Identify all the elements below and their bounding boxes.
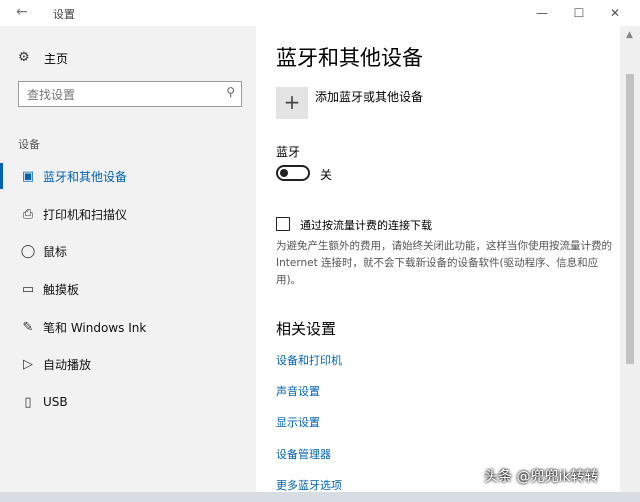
window-title: 设置: [53, 8, 75, 21]
toggle-knob: [280, 169, 288, 177]
sidebar-item-touchpad[interactable]: ▭ 触摸板: [0, 276, 256, 302]
sidebar-item-pen[interactable]: ✎ 笔和 Windows Ink: [0, 314, 256, 340]
sidebar-item-label: 打印机和扫描仪: [43, 207, 128, 222]
bluetooth-label: 蓝牙: [276, 145, 301, 159]
link-more-bluetooth-options[interactable]: 更多蓝牙选项: [276, 477, 342, 493]
title-bar: ← 设置 — ☐ ✕: [0, 0, 640, 26]
bluetooth-devices-icon: ▣: [21, 168, 35, 184]
sidebar-item-autoplay[interactable]: ▷ 自动播放: [0, 351, 256, 377]
scrollbar[interactable]: ▲: [620, 26, 640, 502]
sidebar-item-label: 鼠标: [43, 244, 68, 259]
watermark: 头条 @兜兜ik转转: [484, 469, 599, 485]
metered-description: 为避免产生额外的费用，请始终关闭此功能，这样当你使用按流量计费的 Interne…: [276, 240, 612, 286]
search-input[interactable]: [25, 83, 219, 107]
sidebar-item-usb[interactable]: ▯ USB: [0, 389, 256, 415]
metered-download-label[interactable]: 通过按流量计费的连接下载: [300, 217, 432, 233]
minimize-button[interactable]: —: [530, 4, 554, 22]
metered-download-checkbox[interactable]: [276, 217, 290, 231]
nav-home-label: 主页: [44, 51, 69, 66]
autoplay-icon: ▷: [23, 356, 33, 372]
main-content: 蓝牙和其他设备 + 添加蓝牙或其他设备 蓝牙 关 通过按流量计费的连接下载 为避…: [256, 26, 620, 502]
add-device-label[interactable]: 添加蓝牙或其他设备: [315, 88, 423, 105]
sidebar-item-printers[interactable]: ⎙ 打印机和扫描仪: [0, 201, 256, 227]
scroll-up-icon[interactable]: ▲: [626, 30, 633, 40]
gear-icon: ⚙: [18, 50, 30, 65]
link-sound-settings[interactable]: 声音设置: [276, 383, 320, 399]
usb-icon: ▯: [24, 394, 32, 410]
bluetooth-toggle[interactable]: [276, 165, 310, 181]
link-devices-printers[interactable]: 设备和打印机: [276, 352, 342, 368]
related-settings-heading: 相关设置: [276, 320, 337, 338]
search-box[interactable]: ⚲: [18, 81, 242, 107]
sidebar-item-mouse[interactable]: ◯ 鼠标: [0, 238, 256, 264]
bluetooth-state: 关: [320, 168, 333, 182]
sidebar-item-label: 蓝牙和其他设备: [43, 169, 128, 184]
nav-home[interactable]: ⚙ 主页: [18, 48, 68, 68]
plus-icon: +: [283, 90, 301, 114]
sidebar-item-label: 笔和 Windows Ink: [43, 320, 147, 335]
maximize-button[interactable]: ☐: [567, 4, 591, 22]
link-display-settings[interactable]: 显示设置: [276, 414, 320, 430]
nav-pane: ⚙ 主页 ⚲ 设备 ▣ 蓝牙和其他设备 ⎙ 打印机和扫描仪 ◯ 鼠标 ▭ 触摸板…: [0, 26, 256, 502]
sidebar-item-label: USB: [43, 395, 68, 409]
sidebar-item-label: 触摸板: [43, 282, 80, 297]
search-icon[interactable]: ⚲: [226, 85, 235, 99]
mouse-icon: ◯: [20, 243, 36, 259]
pen-icon: ✎: [22, 319, 34, 335]
close-button[interactable]: ✕: [603, 4, 627, 22]
link-device-manager[interactable]: 设备管理器: [276, 446, 331, 462]
page-title: 蓝牙和其他设备: [276, 46, 423, 70]
desktop-background: [0, 492, 640, 502]
sidebar-item-label: 自动播放: [43, 357, 92, 372]
scroll-thumb[interactable]: [626, 74, 634, 364]
sidebar-item-bluetooth[interactable]: ▣ 蓝牙和其他设备: [0, 163, 256, 189]
nav-section-label: 设备: [18, 138, 40, 151]
add-device-button[interactable]: +: [276, 87, 308, 119]
back-arrow-icon[interactable]: ←: [16, 4, 28, 20]
printer-icon: ⎙: [22, 206, 34, 222]
touchpad-icon: ▭: [21, 281, 35, 297]
